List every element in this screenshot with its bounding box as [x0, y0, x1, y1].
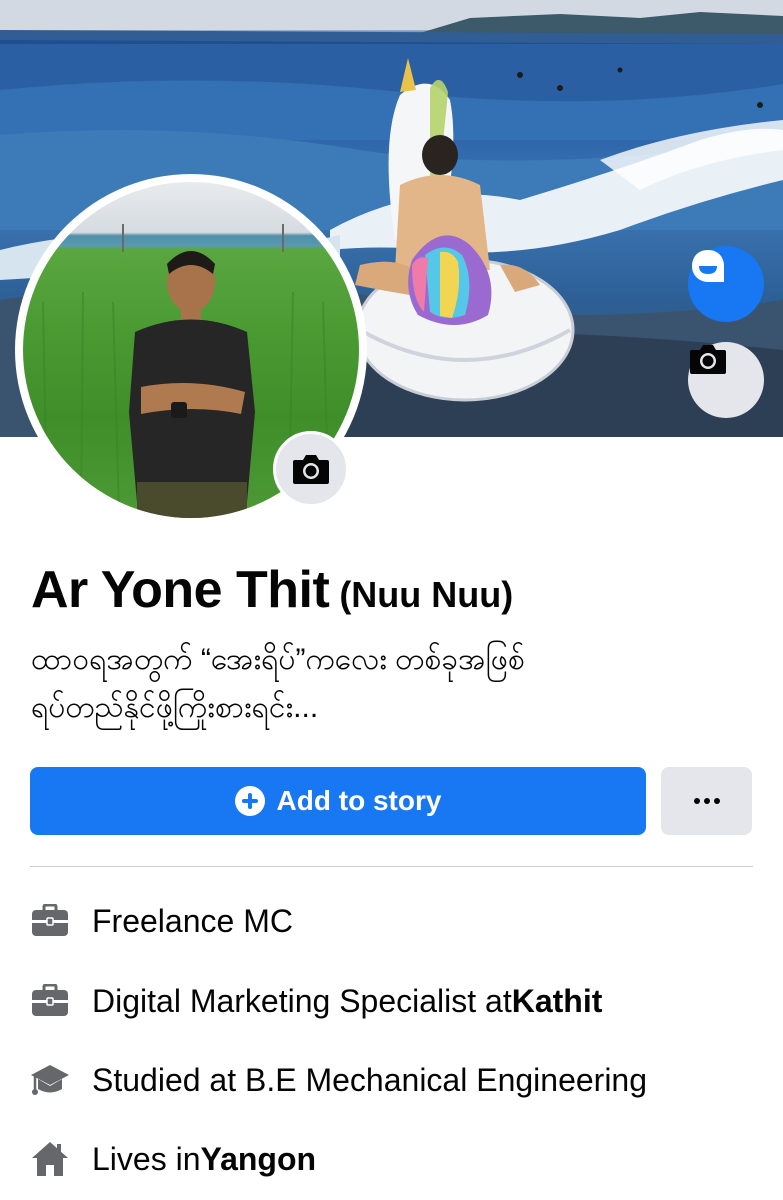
more-options-button[interactable] — [661, 767, 752, 835]
briefcase-icon — [30, 981, 70, 1021]
detail-location: Lives in Yangon — [30, 1139, 316, 1179]
camera-icon — [690, 345, 726, 374]
detail-work-kathit: Digital Marketing Specialist at Kathit — [30, 981, 602, 1021]
detail-text: Studied at B.E Mechanical Engineering — [92, 1061, 648, 1098]
profile-bio: ထာဝရအတွက် “အေးရိပ်”ကလေး တစ်ခုအဖြစ် ရပ်တည… — [31, 636, 751, 732]
home-icon — [30, 1139, 70, 1179]
profile-alternate-name: (Nuu Nuu) — [339, 574, 514, 615]
bio-line-1: ထာဝရအတွက် “အေးရိပ်”ကလေး တစ်ခုအဖြစ် — [31, 643, 525, 676]
location-link[interactable]: Yangon — [201, 1141, 317, 1178]
detail-education: Studied at B.E Mechanical Engineering — [30, 1060, 647, 1100]
graduation-cap-icon — [30, 1060, 70, 1100]
detail-prefix: Digital Marketing Specialist at — [92, 982, 512, 1019]
detail-work-freelance: Freelance MC — [30, 901, 293, 941]
edit-profile-photo-button[interactable] — [273, 431, 349, 507]
profile-name-row: Ar Yone Thit (Nuu Nuu) — [31, 560, 513, 620]
plus-circle-icon — [234, 786, 265, 816]
briefcase-icon — [30, 901, 70, 941]
employer-link[interactable]: Kathit — [512, 983, 603, 1020]
bio-line-2: ရပ်တည်နိုင်ဖို့ကြိုးစားရင်း... — [31, 691, 319, 724]
avatar-icon — [692, 250, 724, 282]
detail-text: Freelance MC — [92, 902, 293, 939]
more-dots-icon — [693, 798, 700, 804]
add-to-story-label: Add to story — [276, 785, 442, 816]
add-to-story-button[interactable]: Add to story — [30, 767, 646, 835]
edit-cover-button[interactable] — [688, 342, 764, 418]
divider — [30, 866, 753, 867]
profile-name: Ar Yone Thit — [31, 561, 330, 619]
detail-prefix: Lives in — [92, 1140, 201, 1177]
camera-icon — [293, 455, 329, 484]
avatar-button[interactable] — [688, 246, 764, 322]
